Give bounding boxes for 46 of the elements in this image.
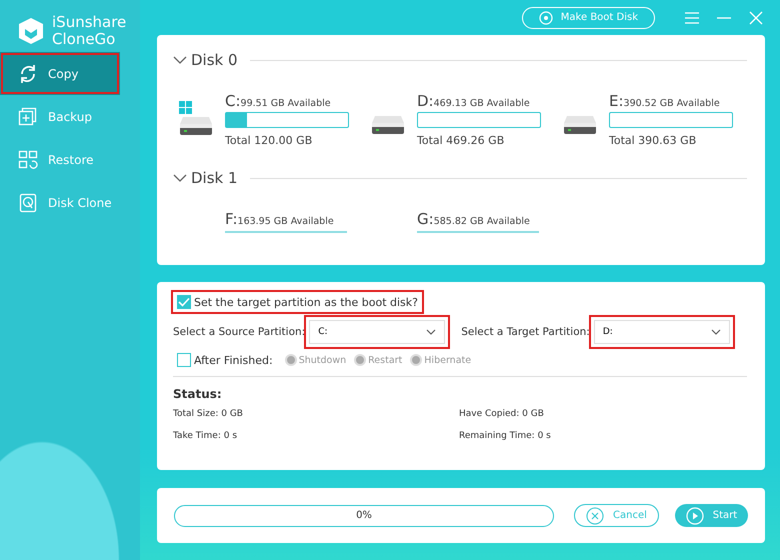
boot-disk-checkbox[interactable] (177, 295, 191, 309)
after-finished-checkbox[interactable] (177, 353, 191, 367)
plus-square-icon (18, 106, 38, 126)
check-icon (178, 297, 190, 307)
progress-text: 0% (356, 510, 372, 521)
cancel-button[interactable]: Cancel (574, 504, 659, 527)
status-text: Total Size: 0 GB (173, 409, 244, 419)
select-label: Select a Target Partition: (461, 326, 590, 338)
partition-label: F:163.95 GB Available (225, 209, 335, 228)
close-circle-icon (586, 506, 604, 524)
hard-drive-icon (371, 115, 405, 134)
nav-item[interactable]: Copy (0, 52, 120, 95)
status-text: Remaining Time: 0 s (459, 431, 552, 441)
checkbox-label: After Finished: (194, 354, 273, 366)
nav-item[interactable]: Restore (0, 138, 140, 181)
partition-total: Total 120.00 GB (225, 134, 314, 147)
partition-label: E:390.52 GB Available (609, 91, 721, 110)
app-name: iSunshare (52, 14, 126, 31)
make-boot-disk-button[interactable]: Make Boot Disk (522, 6, 655, 28)
hard-drive-icon (563, 115, 597, 134)
partition-total: Total 469.26 GB (417, 134, 506, 147)
partition-label: C:99.51 GB Available (225, 91, 332, 110)
shield-logo-icon (18, 17, 44, 45)
status-text: Have Copied: 0 GB (459, 409, 545, 419)
select-label: Select a Source Partition: (173, 326, 306, 338)
status-title: Status: (173, 387, 223, 401)
nav-item[interactable]: Disk Clone (0, 181, 140, 224)
partition-label: D:469.13 GB Available (417, 91, 531, 110)
partition-label: G:585.82 GB Available (417, 209, 531, 228)
grid-icon (18, 150, 38, 170)
disk-title: Disk 1 (191, 169, 238, 187)
close-icon (749, 10, 763, 24)
nav-item[interactable]: Backup (0, 95, 140, 138)
checkbox-label: Set the target partition as the boot disk? (194, 296, 418, 308)
disc-icon (538, 10, 553, 24)
disk-title: Disk 0 (191, 51, 238, 69)
chevron-down-icon (426, 329, 436, 335)
status-text: Take Time: 0 s (173, 431, 238, 441)
chevron-down-icon (710, 329, 721, 335)
play-icon (686, 506, 704, 524)
partition-total: Total 390.63 GB (609, 134, 698, 147)
windows-drive-icon (179, 101, 213, 135)
app-name: CloneGo (52, 31, 116, 48)
start-button[interactable]: Start (675, 504, 748, 527)
menu-icon (685, 12, 699, 24)
sync-icon (18, 64, 38, 84)
